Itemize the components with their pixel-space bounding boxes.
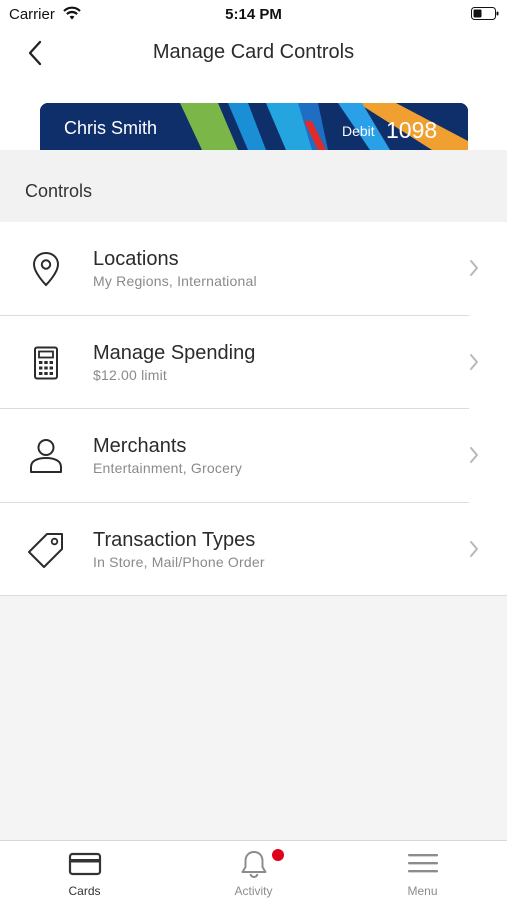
chevron-right-icon: [470, 540, 478, 557]
control-row-transaction-types[interactable]: Transaction Types In Store, Mail/Phone O…: [0, 502, 507, 596]
card-type-label: Debit: [342, 123, 375, 139]
control-subtitle: In Store, Mail/Phone Order: [93, 553, 265, 570]
control-row-merchants[interactable]: Merchants Entertainment, Grocery: [0, 409, 507, 503]
nav-header: Manage Card Controls Chris Smith Debit 1…: [0, 28, 507, 150]
status-time: 5:14 PM: [225, 6, 282, 23]
notification-badge: [272, 849, 284, 861]
tab-label: Cards: [68, 884, 101, 898]
controls-list: Locations My Regions, International Mana…: [0, 222, 507, 596]
card-last-four: 1098: [386, 117, 438, 143]
status-bar: Carrier 5:14 PM: [0, 0, 507, 28]
location-pin-icon: [25, 248, 67, 290]
tab-bar: Cards Activity Menu: [0, 840, 507, 900]
card-icon: [68, 852, 101, 876]
control-subtitle: $12.00 limit: [93, 366, 167, 383]
control-title: Manage Spending: [93, 341, 256, 364]
battery-icon: [471, 7, 499, 20]
menu-icon: [407, 854, 438, 873]
calculator-icon: [25, 342, 67, 384]
control-title: Merchants: [93, 435, 187, 457]
bell-icon: [241, 851, 266, 878]
chevron-right-icon: [470, 353, 478, 370]
chevron-right-icon: [470, 447, 478, 463]
controls-section-header: Controls: [0, 150, 507, 222]
tab-menu[interactable]: Menu: [338, 841, 507, 900]
tab-label: Menu: [407, 884, 438, 898]
control-title: Transaction Types: [93, 528, 256, 551]
tag-icon: [25, 529, 67, 571]
section-title: Controls: [25, 181, 93, 201]
tab-cards[interactable]: Cards: [0, 841, 169, 900]
control-subtitle: My Regions, International: [93, 273, 257, 289]
person-icon: [25, 435, 67, 477]
tab-activity[interactable]: Activity: [169, 841, 338, 900]
chevron-right-icon: [470, 260, 478, 276]
card-holder-name: Chris Smith: [64, 118, 158, 138]
page-title: Manage Card Controls: [152, 41, 355, 63]
control-row-locations[interactable]: Locations My Regions, International: [0, 222, 507, 316]
tab-label: Activity: [234, 884, 273, 898]
control-row-manage-spending[interactable]: Manage Spending $12.00 limit: [0, 315, 507, 409]
card-preview[interactable]: Chris Smith Debit 1098: [40, 103, 468, 150]
control-subtitle: Entertainment, Grocery: [93, 460, 243, 476]
control-title: Locations: [93, 248, 179, 270]
